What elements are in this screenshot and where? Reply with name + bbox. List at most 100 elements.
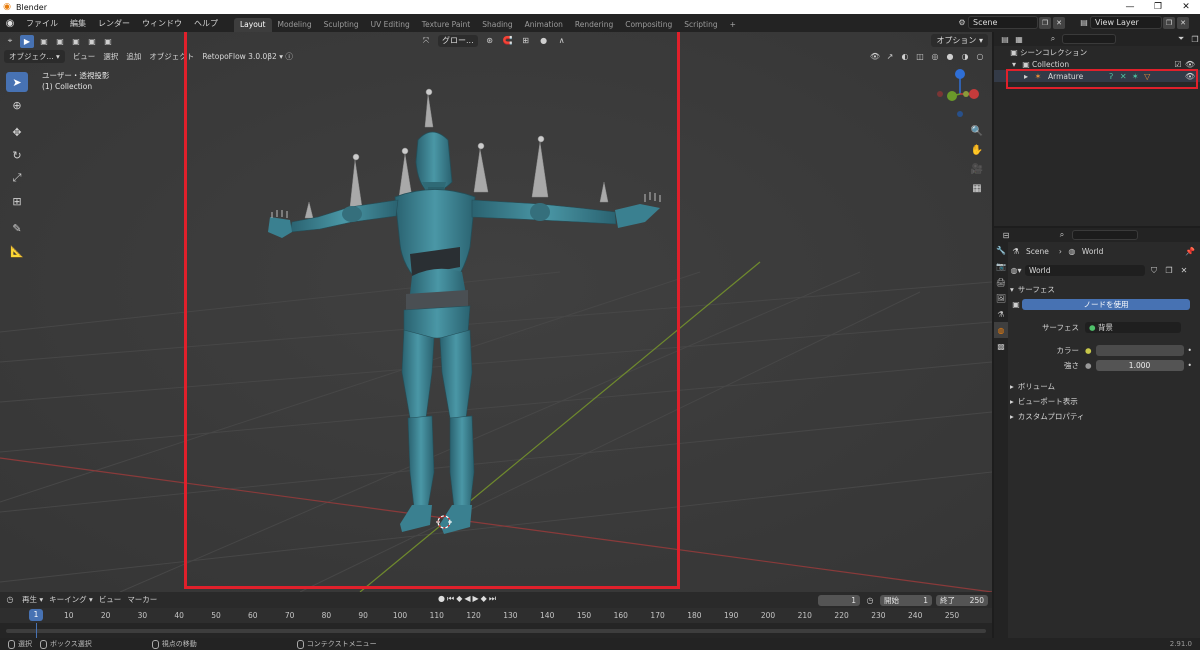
- object-mode-dropdown[interactable]: オブジェク... ▾: [4, 49, 65, 63]
- view-layer-tab-icon[interactable]: 🖼: [994, 290, 1008, 306]
- menu-help[interactable]: ヘルプ: [188, 18, 224, 29]
- orthographic-grid-icon[interactable]: ▦: [968, 179, 986, 197]
- volume-panel-header[interactable]: ▸ ボリューム: [1010, 379, 1200, 394]
- properties-editor-icon[interactable]: ⊟: [1000, 229, 1012, 241]
- strength-socket-icon[interactable]: ●: [1085, 361, 1092, 370]
- measure-tool-icon[interactable]: 📐: [6, 241, 28, 261]
- menu-timeline-view[interactable]: ビュー: [99, 594, 122, 605]
- end-frame-field[interactable]: 終了 250: [936, 594, 988, 606]
- texture-tab-icon[interactable]: ▩: [994, 338, 1008, 354]
- select-mode-subtract-icon[interactable]: ▣: [70, 35, 82, 47]
- custom-properties-panel-header[interactable]: ▸ カスタムプロパティ: [1010, 409, 1200, 424]
- solid-shading-icon[interactable]: ●: [944, 50, 956, 62]
- current-frame-field[interactable]: 1: [818, 594, 860, 606]
- tab-scripting[interactable]: Scripting: [678, 18, 723, 32]
- cursor-tool-icon[interactable]: ⊕: [6, 95, 28, 115]
- surface-shader-field[interactable]: ● 背景: [1085, 322, 1181, 333]
- view-layer-selector[interactable]: ▤ View Layer ❐ ✕: [1078, 16, 1198, 29]
- gizmo-icon[interactable]: ↗: [884, 50, 896, 62]
- record-icon[interactable]: ●: [438, 594, 445, 604]
- tab-compositing[interactable]: Compositing: [619, 18, 678, 32]
- minimize-button[interactable]: —: [1116, 0, 1144, 14]
- menu-playback[interactable]: 再生 ▾: [22, 594, 43, 605]
- 3d-viewport[interactable]: ⌖ ▶ ▣ ▣ ▣ ▣ ▣ ⤧ グロー... ⊛ 🧲 ⊞ ● ∧ オプション ▾…: [0, 32, 992, 592]
- rotate-tool-icon[interactable]: ↻: [6, 145, 28, 165]
- add-workspace-icon[interactable]: +: [724, 18, 742, 32]
- display-mode-icon[interactable]: ▦: [1014, 33, 1024, 45]
- scene-name-field[interactable]: Scene: [968, 16, 1038, 29]
- maximize-button[interactable]: ❐: [1144, 0, 1172, 14]
- prev-keyframe-icon[interactable]: ◆: [456, 594, 462, 604]
- outliner-editor-icon[interactable]: ▤: [1000, 33, 1010, 45]
- timeline-track[interactable]: [0, 623, 992, 638]
- move-tool-icon[interactable]: ✥: [6, 122, 28, 142]
- scene-tab-icon[interactable]: ⚗: [994, 306, 1008, 322]
- outliner-scene-collection[interactable]: ▣ シーンコレクション: [994, 46, 1200, 58]
- zoom-icon[interactable]: 🔍: [968, 122, 986, 140]
- unlink-world-icon[interactable]: ✕: [1178, 265, 1190, 277]
- color-socket-icon[interactable]: ●: [1085, 346, 1092, 355]
- world-name-field[interactable]: World: [1025, 265, 1145, 276]
- menu-add[interactable]: 追加: [126, 51, 141, 62]
- tab-animation[interactable]: Animation: [519, 18, 569, 32]
- frame-ruler[interactable]: 1 10 20 30 40 50 60 70 80 90 100 110 120 130 140 150 160…: [0, 608, 992, 623]
- render-tab-icon[interactable]: 📷: [994, 258, 1008, 274]
- select-mode-new-icon[interactable]: ▣: [38, 35, 50, 47]
- xray-icon[interactable]: ◫: [914, 50, 926, 62]
- pan-hand-icon[interactable]: ✋: [968, 141, 986, 159]
- wireframe-shading-icon[interactable]: ◎: [929, 50, 941, 62]
- material-shading-icon[interactable]: ◑: [959, 50, 971, 62]
- jump-end-icon[interactable]: ⏭: [489, 594, 496, 604]
- select-mode-extend-icon[interactable]: ▣: [54, 35, 66, 47]
- output-tab-icon[interactable]: 🖨: [994, 274, 1008, 290]
- jump-start-icon[interactable]: ⏮: [447, 594, 454, 604]
- color-keyframe-icon[interactable]: •: [1188, 346, 1192, 355]
- new-view-layer-icon[interactable]: ❐: [1163, 16, 1175, 29]
- new-scene-icon[interactable]: ❐: [1039, 16, 1051, 29]
- properties-search-input[interactable]: [1072, 230, 1138, 240]
- timeline-editor-icon[interactable]: ◷: [4, 594, 16, 606]
- pin-icon[interactable]: 📌: [1184, 246, 1196, 258]
- menu-edit[interactable]: 編集: [64, 18, 92, 29]
- blender-menu-icon[interactable]: ◉: [0, 18, 20, 29]
- close-button[interactable]: ✕: [1172, 0, 1200, 14]
- menu-view[interactable]: ビュー: [73, 51, 96, 62]
- menu-keying[interactable]: キーイング ▾: [49, 594, 93, 605]
- select-mode-invert-icon[interactable]: ▣: [86, 35, 98, 47]
- filter-icon[interactable]: ⏷: [1176, 33, 1186, 45]
- visibility-icon[interactable]: 👁: [869, 50, 881, 62]
- tool-tab-icon[interactable]: 🔧: [994, 242, 1008, 258]
- select-tool-icon[interactable]: ▶: [20, 34, 34, 48]
- use-nodes-button[interactable]: ノードを使用: [1022, 299, 1190, 310]
- tab-texture-paint[interactable]: Texture Paint: [416, 18, 476, 32]
- surface-panel-header[interactable]: ▾ サーフェス: [1010, 282, 1200, 297]
- world-tab-icon[interactable]: ◍: [994, 322, 1008, 338]
- fake-user-icon[interactable]: ⛉: [1148, 265, 1160, 277]
- menu-select[interactable]: 選択: [103, 51, 118, 62]
- strength-keyframe-icon[interactable]: •: [1188, 361, 1192, 370]
- select-mode-intersect-icon[interactable]: ▣: [102, 35, 114, 47]
- scene-selector[interactable]: ⚙ Scene ❐ ✕: [956, 16, 1080, 29]
- tab-rendering[interactable]: Rendering: [569, 18, 619, 32]
- preview-range-icon[interactable]: ◷: [864, 594, 876, 606]
- timeline-scrollbar[interactable]: [6, 629, 986, 633]
- start-frame-field[interactable]: 開始 1: [880, 594, 932, 606]
- new-world-icon[interactable]: ❐: [1163, 265, 1175, 277]
- camera-view-icon[interactable]: 🎥: [968, 160, 986, 178]
- strength-field[interactable]: 1.000: [1095, 360, 1184, 371]
- annotate-tool-icon[interactable]: ✎: [6, 218, 28, 238]
- options-dropdown[interactable]: オプション ▾: [931, 34, 988, 47]
- delete-scene-icon[interactable]: ✕: [1053, 16, 1065, 29]
- color-swatch[interactable]: [1095, 345, 1184, 356]
- menu-render[interactable]: レンダー: [92, 18, 136, 29]
- menu-marker[interactable]: マーカー: [127, 594, 157, 605]
- select-box-tool-icon[interactable]: ➤: [6, 72, 28, 92]
- tab-uv-editing[interactable]: UV Editing: [365, 18, 416, 32]
- play-icon[interactable]: ▶: [473, 594, 479, 604]
- tab-modeling[interactable]: Modeling: [272, 18, 318, 32]
- outliner-search-input[interactable]: [1061, 34, 1117, 44]
- tab-layout[interactable]: Layout: [234, 18, 272, 32]
- menu-file[interactable]: ファイル: [20, 18, 64, 29]
- scale-tool-icon[interactable]: ⤢: [6, 168, 28, 188]
- next-keyframe-icon[interactable]: ◆: [481, 594, 487, 604]
